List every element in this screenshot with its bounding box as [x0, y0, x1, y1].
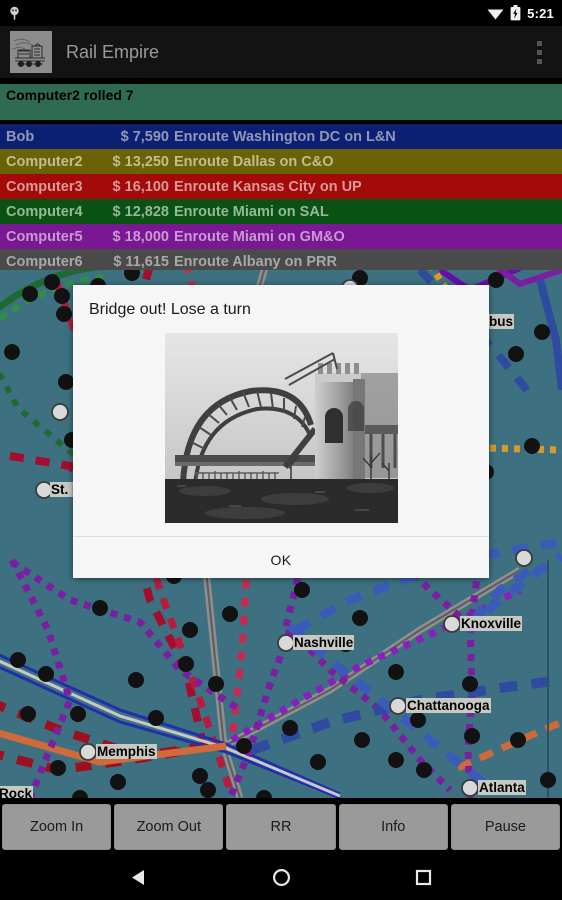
player-name: Computer6 — [6, 253, 83, 270]
control-button-pause[interactable]: Pause — [450, 804, 561, 850]
control-button-rr[interactable]: RR — [226, 804, 336, 850]
bridge-photo — [164, 333, 398, 523]
player-name: Computer4 — [6, 203, 83, 220]
control-button-zoom-out[interactable]: Zoom Out — [114, 804, 224, 850]
player-name: Computer3 — [6, 178, 83, 195]
status-bar-right: 5:21 — [487, 5, 554, 21]
android-nav-bar — [0, 854, 562, 900]
battery-charging-icon — [510, 5, 521, 21]
player-name: Bob — [6, 128, 35, 145]
notification-icon — [8, 6, 21, 21]
player-cash: $ 13,250 — [112, 153, 169, 170]
recents-square-icon[interactable] — [406, 860, 440, 894]
player-name: Computer5 — [6, 228, 83, 245]
player-status-list: Bob $ 7,590 Enroute Washington DC on L&N Co… — [0, 124, 562, 274]
status-bar: 5:21 — [0, 0, 562, 26]
dialog-title: Bridge out! Lose a turn — [89, 301, 251, 318]
player-cash: $ 18,000 — [112, 228, 169, 245]
control-button-info[interactable]: Info — [338, 804, 448, 850]
overflow-menu-icon[interactable] — [526, 31, 552, 73]
overflow-dot — [536, 40, 542, 46]
control-button-zoom-in[interactable]: Zoom In — [2, 804, 112, 850]
player-row[interactable]: Computer4 $ 12,828 Enroute Miami on SAL — [0, 199, 562, 224]
city-label-memphis: Memphis — [96, 744, 157, 759]
page-title: Rail Empire — [66, 41, 160, 62]
app-bar: Rail Empire — [0, 26, 562, 78]
status-bar-clock: 5:21 — [527, 5, 554, 21]
player-status: Enroute Washington DC on L&N — [174, 128, 396, 145]
player-status: Enroute Miami on GM&O — [174, 228, 345, 245]
game-control-bar: Zoom In Zoom Out RR Info Pause — [0, 800, 562, 854]
player-cash: $ 16,100 — [112, 178, 169, 195]
player-cash: $ 11,615 — [113, 253, 169, 270]
player-status: Enroute Kansas City on UP — [174, 178, 362, 195]
train-logo-icon — [10, 31, 52, 73]
dialog-ok-button[interactable]: OK — [73, 537, 489, 583]
city-label-atlanta: Atlanta — [478, 780, 526, 795]
city-label-chattanooga: Chattanooga — [406, 698, 491, 713]
roll-status-banner: Computer2 rolled 7 — [0, 84, 562, 120]
player-cash: $ 12,828 — [112, 203, 169, 220]
city-label-little-rock: Rock — [0, 786, 34, 798]
player-name: Computer2 — [6, 153, 83, 170]
player-row[interactable]: Bob $ 7,590 Enroute Washington DC on L&N — [0, 124, 562, 149]
back-triangle-icon[interactable] — [122, 860, 156, 894]
player-row[interactable]: Computer2 $ 13,250 Enroute Dallas on C&O — [0, 149, 562, 174]
player-status: Enroute Dallas on C&O — [174, 153, 334, 170]
player-row[interactable]: Computer3 $ 16,100 Enroute Kansas City on … — [0, 174, 562, 199]
dialog-image-wrap — [73, 319, 489, 523]
city-label-columbus: bus — [488, 314, 515, 329]
player-row[interactable]: Computer5 $ 18,000 Enroute Miami on GM&O — [0, 224, 562, 249]
city-label-knoxville: Knoxville — [460, 616, 523, 631]
city-label-nashville: Nashville — [293, 635, 355, 650]
wifi-icon — [487, 7, 504, 20]
player-status: Enroute Miami on SAL — [174, 203, 329, 220]
app-screen: 5:21 Rail Empire Computer2 rolled 7 Bob … — [0, 0, 562, 900]
overflow-dot — [536, 58, 542, 64]
player-cash: $ 7,590 — [120, 128, 169, 145]
bridge-out-dialog: Bridge out! Lose a turn OK — [73, 285, 489, 578]
home-circle-icon[interactable] — [264, 860, 298, 894]
overflow-dot — [536, 49, 542, 55]
status-bar-left — [8, 6, 21, 21]
player-status: Enroute Albany on PRR — [174, 253, 337, 270]
